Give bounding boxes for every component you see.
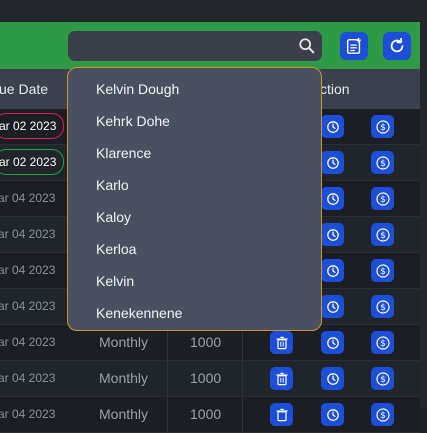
suggestion-item[interactable]: Kenekennene xyxy=(96,305,182,321)
renew-button[interactable] xyxy=(321,259,344,282)
svg-text:$: $ xyxy=(380,123,386,133)
renew-icon xyxy=(326,192,339,205)
dollar-icon: $ xyxy=(375,119,390,134)
pay-button[interactable]: $ xyxy=(371,223,394,246)
renew-icon xyxy=(326,120,339,133)
dollar-icon: $ xyxy=(375,263,390,278)
renew-button[interactable] xyxy=(321,403,344,426)
table-row: ar 04 2023 Monthly 1000 $ xyxy=(0,361,420,397)
trash-icon xyxy=(275,372,288,385)
search-icon[interactable] xyxy=(298,37,316,55)
column-divider xyxy=(242,361,243,396)
pay-button[interactable]: $ xyxy=(371,295,394,318)
svg-text:$: $ xyxy=(380,411,386,421)
renew-button[interactable] xyxy=(321,115,344,138)
dollar-icon: $ xyxy=(375,155,390,170)
suggestion-item[interactable]: Kerloa xyxy=(96,241,136,257)
pay-button[interactable]: $ xyxy=(371,115,394,138)
renew-button[interactable] xyxy=(321,367,344,390)
column-divider xyxy=(242,397,243,432)
due-date: ar 04 2023 xyxy=(0,371,56,385)
renew-icon xyxy=(326,336,339,349)
amount: 1000 xyxy=(190,334,222,350)
renew-icon xyxy=(326,372,339,385)
right-edge xyxy=(420,0,427,408)
pay-button[interactable]: $ xyxy=(371,367,394,390)
due-date: ar 04 2023 xyxy=(0,191,56,205)
suggestion-item[interactable]: Kaloy xyxy=(96,209,131,225)
delete-button[interactable] xyxy=(270,331,293,354)
due-date-badge: ar 02 2023 xyxy=(0,149,64,175)
amount: 1000 xyxy=(190,406,222,422)
delete-button[interactable] xyxy=(270,403,293,426)
svg-text:$: $ xyxy=(380,339,386,349)
renew-button[interactable] xyxy=(321,223,344,246)
renew-button[interactable] xyxy=(321,295,344,318)
suggestion-item[interactable]: Kelvin Dough xyxy=(96,81,179,97)
amount: 1000 xyxy=(190,370,222,386)
column-header-due-date[interactable]: ue Date xyxy=(0,81,48,97)
refresh-button[interactable] xyxy=(383,32,411,60)
refresh-icon xyxy=(390,37,404,53)
frequency: Monthly xyxy=(99,370,149,386)
dollar-icon: $ xyxy=(375,371,390,386)
add-note-button[interactable] xyxy=(340,32,368,60)
table-row: ar 04 2023 Monthly 1000 $ xyxy=(0,397,420,433)
suggestion-item[interactable]: Kelvin xyxy=(96,273,134,289)
column-divider xyxy=(167,397,168,432)
due-date: ar 04 2023 xyxy=(0,299,56,313)
pay-button[interactable]: $ xyxy=(371,187,394,210)
svg-text:$: $ xyxy=(380,303,386,313)
renew-icon xyxy=(326,300,339,313)
search-input[interactable] xyxy=(68,31,322,61)
suggestion-item[interactable]: Kehrk Dohe xyxy=(96,113,170,129)
pay-button[interactable]: $ xyxy=(371,151,394,174)
svg-text:$: $ xyxy=(380,195,386,205)
renew-icon xyxy=(326,264,339,277)
dollar-icon: $ xyxy=(375,335,390,350)
renew-icon xyxy=(326,156,339,169)
renew-icon xyxy=(326,408,339,421)
frequency: Monthly xyxy=(99,406,149,422)
search-suggestions-dropdown: Kelvin Dough Kehrk Dohe Klarence Karlo K… xyxy=(67,67,322,331)
delete-button[interactable] xyxy=(270,367,293,390)
due-date: ar 04 2023 xyxy=(0,227,56,241)
trash-icon xyxy=(275,408,288,421)
pay-button[interactable]: $ xyxy=(371,403,394,426)
dollar-icon: $ xyxy=(375,299,390,314)
suggestion-item[interactable]: Klarence xyxy=(96,145,151,161)
renew-button[interactable] xyxy=(321,187,344,210)
top-gap xyxy=(0,0,420,22)
frequency: Monthly xyxy=(99,334,149,350)
dollar-icon: $ xyxy=(375,227,390,242)
svg-text:$: $ xyxy=(380,375,386,385)
due-date: ar 04 2023 xyxy=(0,407,56,421)
due-date: ar 04 2023 xyxy=(0,335,56,349)
renew-icon xyxy=(326,228,339,241)
column-header-action: ction xyxy=(320,81,350,97)
pay-button[interactable]: $ xyxy=(371,331,394,354)
svg-text:$: $ xyxy=(380,231,386,241)
svg-text:$: $ xyxy=(380,267,386,277)
due-date: ar 04 2023 xyxy=(0,263,56,277)
note-add-icon xyxy=(346,37,361,54)
pay-button[interactable]: $ xyxy=(371,259,394,282)
svg-text:$: $ xyxy=(380,159,386,169)
suggestion-item[interactable]: Karlo xyxy=(96,177,129,193)
renew-button[interactable] xyxy=(321,151,344,174)
dollar-icon: $ xyxy=(375,191,390,206)
due-date-badge: ar 02 2023 xyxy=(0,113,64,139)
column-divider xyxy=(167,361,168,396)
trash-icon xyxy=(275,336,288,349)
renew-button[interactable] xyxy=(321,331,344,354)
dollar-icon: $ xyxy=(375,407,390,422)
